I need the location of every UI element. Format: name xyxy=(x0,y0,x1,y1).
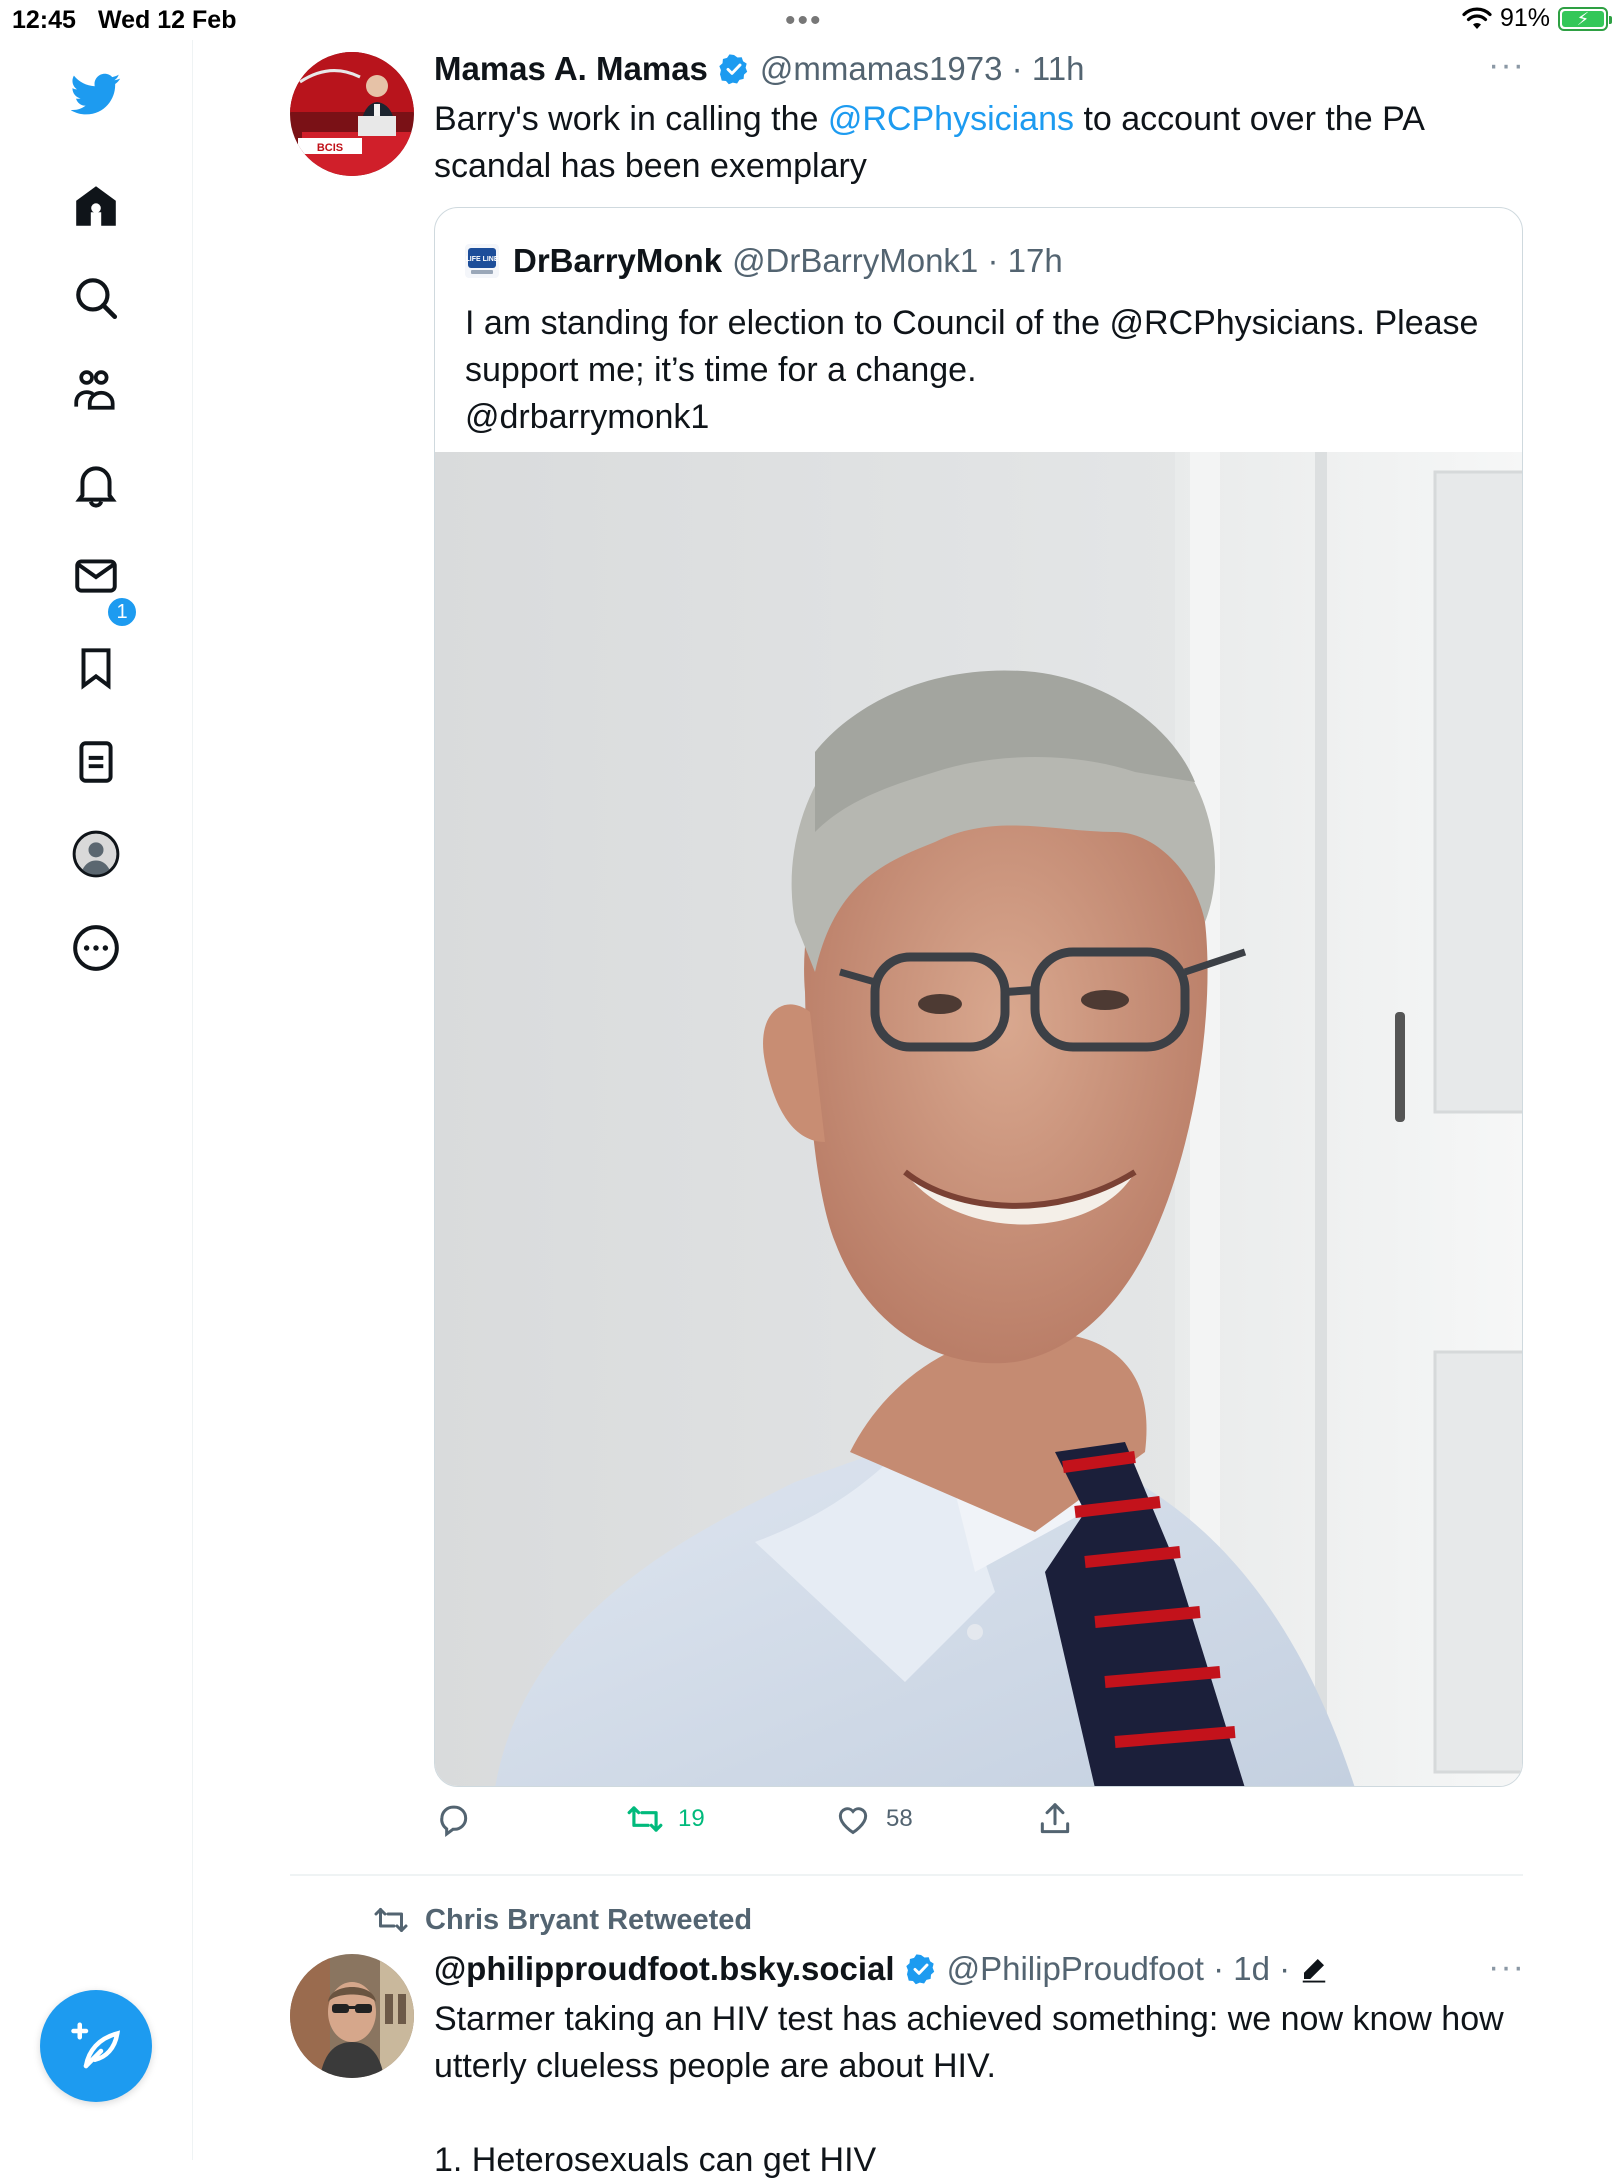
status-indicators: 91% ⚡ xyxy=(1462,4,1612,33)
heart-icon xyxy=(838,1807,868,1835)
display-name[interactable]: Mamas A. Mamas xyxy=(434,50,708,88)
tweet-more-icon[interactable]: ··· xyxy=(1488,46,1525,85)
handle[interactable]: @mmamas1973 xyxy=(760,50,1003,88)
sidebar-nav: 1 xyxy=(0,40,193,2160)
quoted-tweet[interactable]: LIFE LINE DrBarryMonk @DrBarryMonk1 · 17… xyxy=(434,207,1523,1787)
quoted-avatar[interactable]: LIFE LINE xyxy=(465,244,499,278)
wifi-icon xyxy=(1462,7,1492,29)
display-name[interactable]: @philipproudfoot.bsky.social xyxy=(434,1950,895,1988)
avatar[interactable] xyxy=(290,1954,414,2078)
reply-button[interactable] xyxy=(434,1800,486,1838)
share-icon xyxy=(1040,1803,1070,1834)
lists-icon[interactable] xyxy=(68,734,124,790)
tweet-more-icon[interactable]: ··· xyxy=(1488,1948,1525,1987)
quoted-tweet-header: LIFE LINE DrBarryMonk @DrBarryMonk1 · 17… xyxy=(465,242,1063,280)
compose-tweet-button[interactable] xyxy=(40,1990,152,2102)
notifications-icon[interactable] xyxy=(68,456,124,512)
retweet-button[interactable]: 19 xyxy=(626,1800,705,1838)
tweet-divider xyxy=(290,1874,1523,1876)
separator-dot: · xyxy=(1002,50,1032,87)
tweet-text-line: Starmer taking an HIV test has achieved … xyxy=(434,2000,1504,2038)
profile-icon[interactable] xyxy=(68,826,124,882)
battery-icon: ⚡ xyxy=(1558,6,1612,31)
tweet-text: Barry's work in calling the @RCPhysician… xyxy=(434,96,1494,190)
verified-badge-icon xyxy=(905,1954,934,1985)
quoted-text-line: @drbarrymonk1 xyxy=(465,398,710,436)
tweet-text-part: Barry's work in calling the xyxy=(434,100,828,138)
tweet-text-line: 1. Heterosexuals can get HIV xyxy=(434,2141,877,2179)
handle[interactable]: @PhilipProudfoot xyxy=(947,1950,1204,1988)
status-bar: 12:45 Wed 12 Feb ••• 91% ⚡ xyxy=(0,0,1620,40)
home-icon[interactable] xyxy=(68,178,124,234)
more-options-icon[interactable] xyxy=(68,920,124,976)
tweet-action-bar: 19 58 xyxy=(434,1800,1154,1850)
like-button[interactable]: 58 xyxy=(834,1800,913,1838)
avatar[interactable]: BCIS xyxy=(290,52,414,176)
edited-pencil-icon[interactable] xyxy=(1299,1954,1329,1984)
retweeted-by[interactable]: Chris Bryant Retweeted xyxy=(373,1902,752,1938)
retweet-icon xyxy=(374,1908,408,1932)
timestamp[interactable]: 11h xyxy=(1032,50,1085,88)
timeline: BCIS Mamas A. Mamas @mmamas1973 · 11h ··… xyxy=(193,40,1620,2179)
share-button[interactable] xyxy=(1036,1800,1074,1838)
search-icon[interactable] xyxy=(68,270,124,326)
quoted-display-name[interactable]: DrBarryMonk xyxy=(513,242,722,280)
tweet-text-line: utterly clueless people are about HIV. xyxy=(434,2047,996,2085)
compose-tweet-icon xyxy=(71,2022,121,2069)
like-count: 58 xyxy=(886,1805,913,1832)
quoted-photo[interactable] xyxy=(435,452,1523,1787)
separator-dot: · xyxy=(1269,1950,1300,1987)
tweet-header: @philipproudfoot.bsky.social @PhilipProu… xyxy=(434,1950,1329,1988)
twitter-logo-icon[interactable] xyxy=(68,66,124,122)
battery-percent: 91% xyxy=(1499,4,1550,32)
status-time: 12:45 xyxy=(12,6,76,34)
quoted-avatar-text: LIFE LINE xyxy=(465,256,498,263)
quoted-tweet-text: I am standing for election to Council of… xyxy=(465,300,1495,441)
multitask-menu-icon[interactable]: ••• xyxy=(785,4,823,38)
messages-icon[interactable] xyxy=(68,548,124,604)
tweet-text: Starmer taking an HIV test has achieved … xyxy=(434,1996,1514,2184)
communities-icon[interactable] xyxy=(68,362,124,418)
retweet-count: 19 xyxy=(678,1805,705,1832)
quoted-text-line: support me; it’s time for a change. xyxy=(465,351,977,389)
quoted-text-line: I am standing for election to Council of… xyxy=(465,304,1479,342)
separator-dot: · xyxy=(978,242,1008,279)
tweet-header: Mamas A. Mamas @mmamas1973 · 11h xyxy=(434,50,1084,88)
reply-icon xyxy=(440,1805,468,1838)
separator-dot: · xyxy=(1203,1950,1234,1987)
verified-badge-icon xyxy=(719,54,748,85)
timestamp[interactable]: 1d xyxy=(1233,1950,1270,1988)
quoted-timestamp[interactable]: 17h xyxy=(1008,242,1063,280)
mention-link[interactable]: @RCPhysicians xyxy=(828,100,1074,138)
quoted-handle[interactable]: @DrBarryMonk1 xyxy=(732,242,978,280)
avatar-caption: BCIS xyxy=(317,142,343,154)
retweeted-by-text: Chris Bryant Retweeted xyxy=(425,1903,753,1936)
status-date: Wed 12 Feb xyxy=(98,6,237,34)
bookmarks-icon[interactable] xyxy=(68,640,124,696)
retweet-icon xyxy=(627,1806,663,1832)
